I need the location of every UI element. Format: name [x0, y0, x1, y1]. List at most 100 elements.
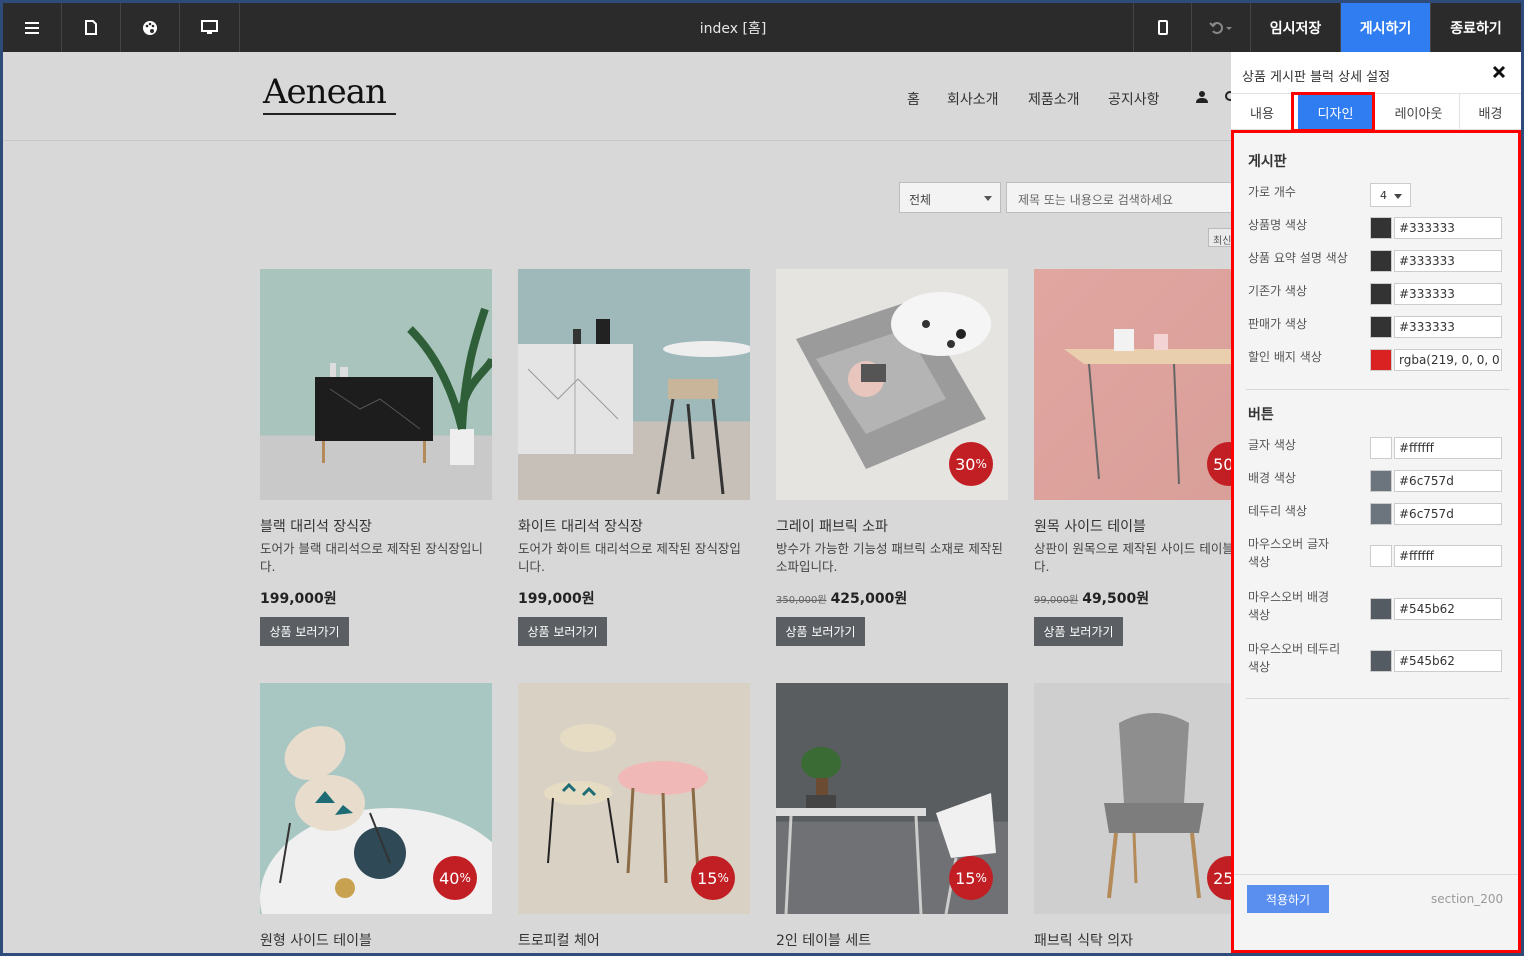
panel-tabs: 내용 디자인 레이아웃 배경 — [1231, 94, 1521, 130]
product-price: 199,000원 — [260, 588, 337, 608]
summary-color-input[interactable]: #333333 — [1394, 250, 1502, 272]
nav-item-notice[interactable]: 공지사항 — [1108, 89, 1160, 109]
discount-badge: 30% — [949, 442, 993, 486]
button-border-color-input[interactable]: #6c757d — [1394, 503, 1502, 525]
summary-color-swatch[interactable] — [1370, 250, 1392, 272]
product-name[interactable]: 그레이 패브릭 소파 — [776, 516, 888, 536]
mobile-preview-icon[interactable] — [1133, 3, 1192, 52]
apply-button[interactable]: 적용하기 — [1247, 885, 1329, 913]
button-text-color-swatch[interactable] — [1370, 437, 1392, 459]
panel-footer-divider — [1234, 874, 1521, 875]
user-icon[interactable] — [1195, 90, 1209, 104]
hover-bg-color-swatch[interactable] — [1370, 598, 1392, 620]
view-product-button[interactable]: 상품 보러가기 — [1034, 617, 1123, 646]
category-filter-select[interactable]: 전체 — [899, 182, 1001, 213]
badge-color-swatch[interactable] — [1370, 349, 1392, 371]
discount-badge-unit: % — [975, 457, 987, 471]
logo-underline — [263, 113, 396, 115]
product-sale-price: 199,000원 — [518, 591, 595, 607]
design-settings: 게시판 가로 개수 4 상품명 색상 #333333 상품 요약 설명 색상 #… — [1234, 131, 1521, 953]
product-name[interactable]: 원형 사이드 테이블 — [260, 930, 372, 950]
editor-window: index [홈] 임시저장 게시하기 종료하기 Aenean 홈 회사소개 제… — [3, 3, 1521, 953]
chevron-down-icon — [1394, 194, 1402, 199]
product-name[interactable]: 2인 테이블 세트 — [776, 930, 871, 950]
view-product-button[interactable]: 상품 보러가기 — [260, 617, 349, 646]
discount-badge-unit: % — [717, 871, 729, 885]
section-divider — [1246, 389, 1510, 390]
button-text-color-label: 글자 색상 — [1248, 438, 1296, 452]
palette-icon[interactable] — [121, 3, 180, 52]
discount-badge-value: 15 — [697, 868, 718, 888]
hover-text-color-swatch[interactable] — [1370, 545, 1392, 567]
original-price-color-input[interactable]: #333333 — [1394, 283, 1502, 305]
original-price-color-label: 기존가 색상 — [1248, 284, 1308, 298]
button-bg-color-swatch[interactable] — [1370, 470, 1392, 492]
page-icon[interactable] — [62, 3, 121, 52]
exit-label: 종료하기 — [1450, 20, 1502, 37]
hover-text-color-input[interactable]: #ffffff — [1394, 545, 1502, 567]
panel-header: 상품 게시판 블럭 상세 설정 — [1231, 52, 1521, 94]
panel-title: 상품 게시판 블럭 상세 설정 — [1242, 70, 1391, 85]
product-description: 도어가 블랙 대리석으로 제작된 장식장입니다. — [260, 541, 483, 574]
undo-icon[interactable] — [1192, 3, 1251, 52]
button-border-color-swatch[interactable] — [1370, 503, 1392, 525]
hover-bg-color-input[interactable]: #545b62 — [1394, 598, 1502, 620]
discount-badge: 40% — [433, 856, 477, 900]
block-settings-panel: 상품 게시판 블럭 상세 설정 내용 디자인 레이아웃 배경 게시판 가로 개수… — [1231, 52, 1521, 953]
close-icon[interactable] — [1491, 64, 1507, 80]
sale-price-color-label: 판매가 색상 — [1248, 317, 1308, 331]
product-search-input[interactable]: 제목 또는 내용으로 검색하세요 — [1006, 182, 1236, 213]
columns-label: 가로 개수 — [1248, 185, 1296, 199]
sale-price-color-input[interactable]: #333333 — [1394, 316, 1502, 338]
product-name-color-input[interactable]: #333333 — [1394, 217, 1502, 239]
sale-price-color-swatch[interactable] — [1370, 316, 1392, 338]
discount-badge-unit: % — [975, 871, 987, 885]
product-description: 도어가 화이트 대리석으로 제작된 장식장입니다. — [518, 541, 741, 574]
category-filter-value: 전체 — [909, 193, 932, 207]
logo-text: Aenean — [263, 72, 387, 112]
product-sale-price: 425,000원 — [830, 591, 908, 607]
hover-bg-color-label: 마우스오버 배경 색상 — [1248, 590, 1330, 622]
product-name[interactable]: 트로피컬 체어 — [518, 930, 600, 950]
product-name[interactable]: 블랙 대리석 장식장 — [260, 516, 372, 536]
view-product-button[interactable]: 상품 보러가기 — [776, 617, 865, 646]
site-logo[interactable]: Aenean — [263, 72, 387, 112]
button-bg-color-input[interactable]: #6c757d — [1394, 470, 1502, 492]
original-price-color-swatch[interactable] — [1370, 283, 1392, 305]
nav-item-products[interactable]: 제품소개 — [1028, 89, 1080, 109]
site-header: Aenean 홈 회사소개 제품소개 공지사항 — [3, 52, 1233, 141]
badge-color-input[interactable]: rgba(219, 0, 0, 0.8 — [1394, 349, 1502, 371]
nav-item-home[interactable]: 홈 — [907, 89, 920, 109]
section-id-label: section_200 — [1431, 892, 1504, 906]
product-name[interactable]: 원목 사이드 테이블 — [1034, 516, 1146, 536]
discount-badge-value: 15 — [955, 868, 976, 888]
hover-border-color-swatch[interactable] — [1370, 650, 1392, 672]
publish-button[interactable]: 게시하기 — [1341, 3, 1431, 52]
product-name[interactable]: 패브릭 식탁 의자 — [1034, 930, 1133, 950]
nav-item-about[interactable]: 회사소개 — [947, 89, 999, 109]
tab-content[interactable]: 내용 — [1231, 94, 1294, 130]
chevron-down-icon — [984, 196, 992, 201]
product-image[interactable] — [260, 269, 492, 500]
product-price: 99,000원 49,500원 — [1034, 588, 1149, 608]
button-text-color-input[interactable]: #ffffff — [1394, 437, 1502, 459]
menu-icon[interactable] — [3, 3, 62, 52]
product-price: 199,000원 — [518, 588, 595, 608]
columns-select[interactable]: 4 — [1370, 183, 1411, 207]
exit-button[interactable]: 종료하기 — [1431, 3, 1521, 52]
desktop-preview-icon[interactable] — [180, 3, 240, 52]
product-original-price: 350,000원 — [776, 595, 827, 606]
product-name-color-swatch[interactable] — [1370, 217, 1392, 239]
tab-background[interactable]: 배경 — [1460, 94, 1521, 130]
discount-badge-value: 40 — [439, 868, 460, 888]
product-image[interactable] — [518, 269, 750, 500]
temp-save-button[interactable]: 임시저장 — [1251, 3, 1341, 52]
section-divider — [1246, 698, 1510, 699]
product-name[interactable]: 화이트 대리석 장식장 — [518, 516, 643, 536]
hover-border-color-input[interactable]: #545b62 — [1394, 650, 1502, 672]
discount-badge: 15% — [949, 856, 993, 900]
view-product-button[interactable]: 상품 보러가기 — [518, 617, 607, 646]
product-sale-price: 199,000원 — [260, 591, 337, 607]
button-section-title: 버튼 — [1248, 407, 1274, 423]
tab-layout[interactable]: 레이아웃 — [1378, 94, 1460, 130]
